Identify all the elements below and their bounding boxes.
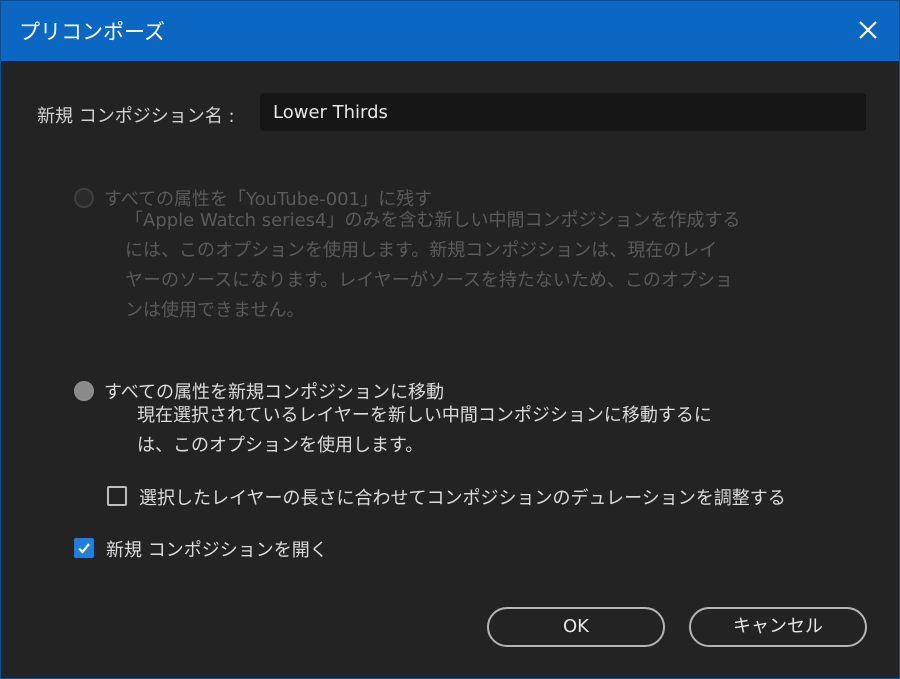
- adjust-duration-label[interactable]: 選択したレイヤーの長さに合わせてコンポジションのデュレーションを調整する: [139, 484, 786, 510]
- cancel-button[interactable]: キャンセル: [689, 607, 867, 647]
- open-new-comp-label[interactable]: 新規 コンポジションを開く: [106, 536, 328, 562]
- adjust-duration-checkbox[interactable]: [107, 486, 127, 506]
- dialog-title: プリコンポーズ: [19, 20, 165, 44]
- title-bar[interactable]: プリコンポーズ: [1, 1, 899, 61]
- comp-name-input[interactable]: [260, 93, 866, 131]
- close-icon: [859, 21, 877, 39]
- option-leave-description: 「Apple Watch series4」のみを含む新しい中間コンポジションを作…: [125, 210, 741, 321]
- radio-move-attributes[interactable]: [74, 381, 94, 401]
- close-button[interactable]: [851, 13, 885, 47]
- checkmark-icon: [78, 543, 90, 554]
- comp-name-label: 新規 コンポジション名 :: [37, 106, 235, 127]
- precompose-dialog: プリコンポーズ 新規 コンポジション名 : すべての属性を「YouTube-00…: [0, 0, 900, 679]
- ok-button[interactable]: OK: [487, 607, 665, 647]
- radio-leave-attributes[interactable]: [74, 188, 94, 208]
- open-new-comp-checkbox[interactable]: [74, 538, 94, 558]
- option-move-description: 現在選択されているレイヤーを新しい中間コンポジションに移動するに は、このオプシ…: [137, 405, 712, 456]
